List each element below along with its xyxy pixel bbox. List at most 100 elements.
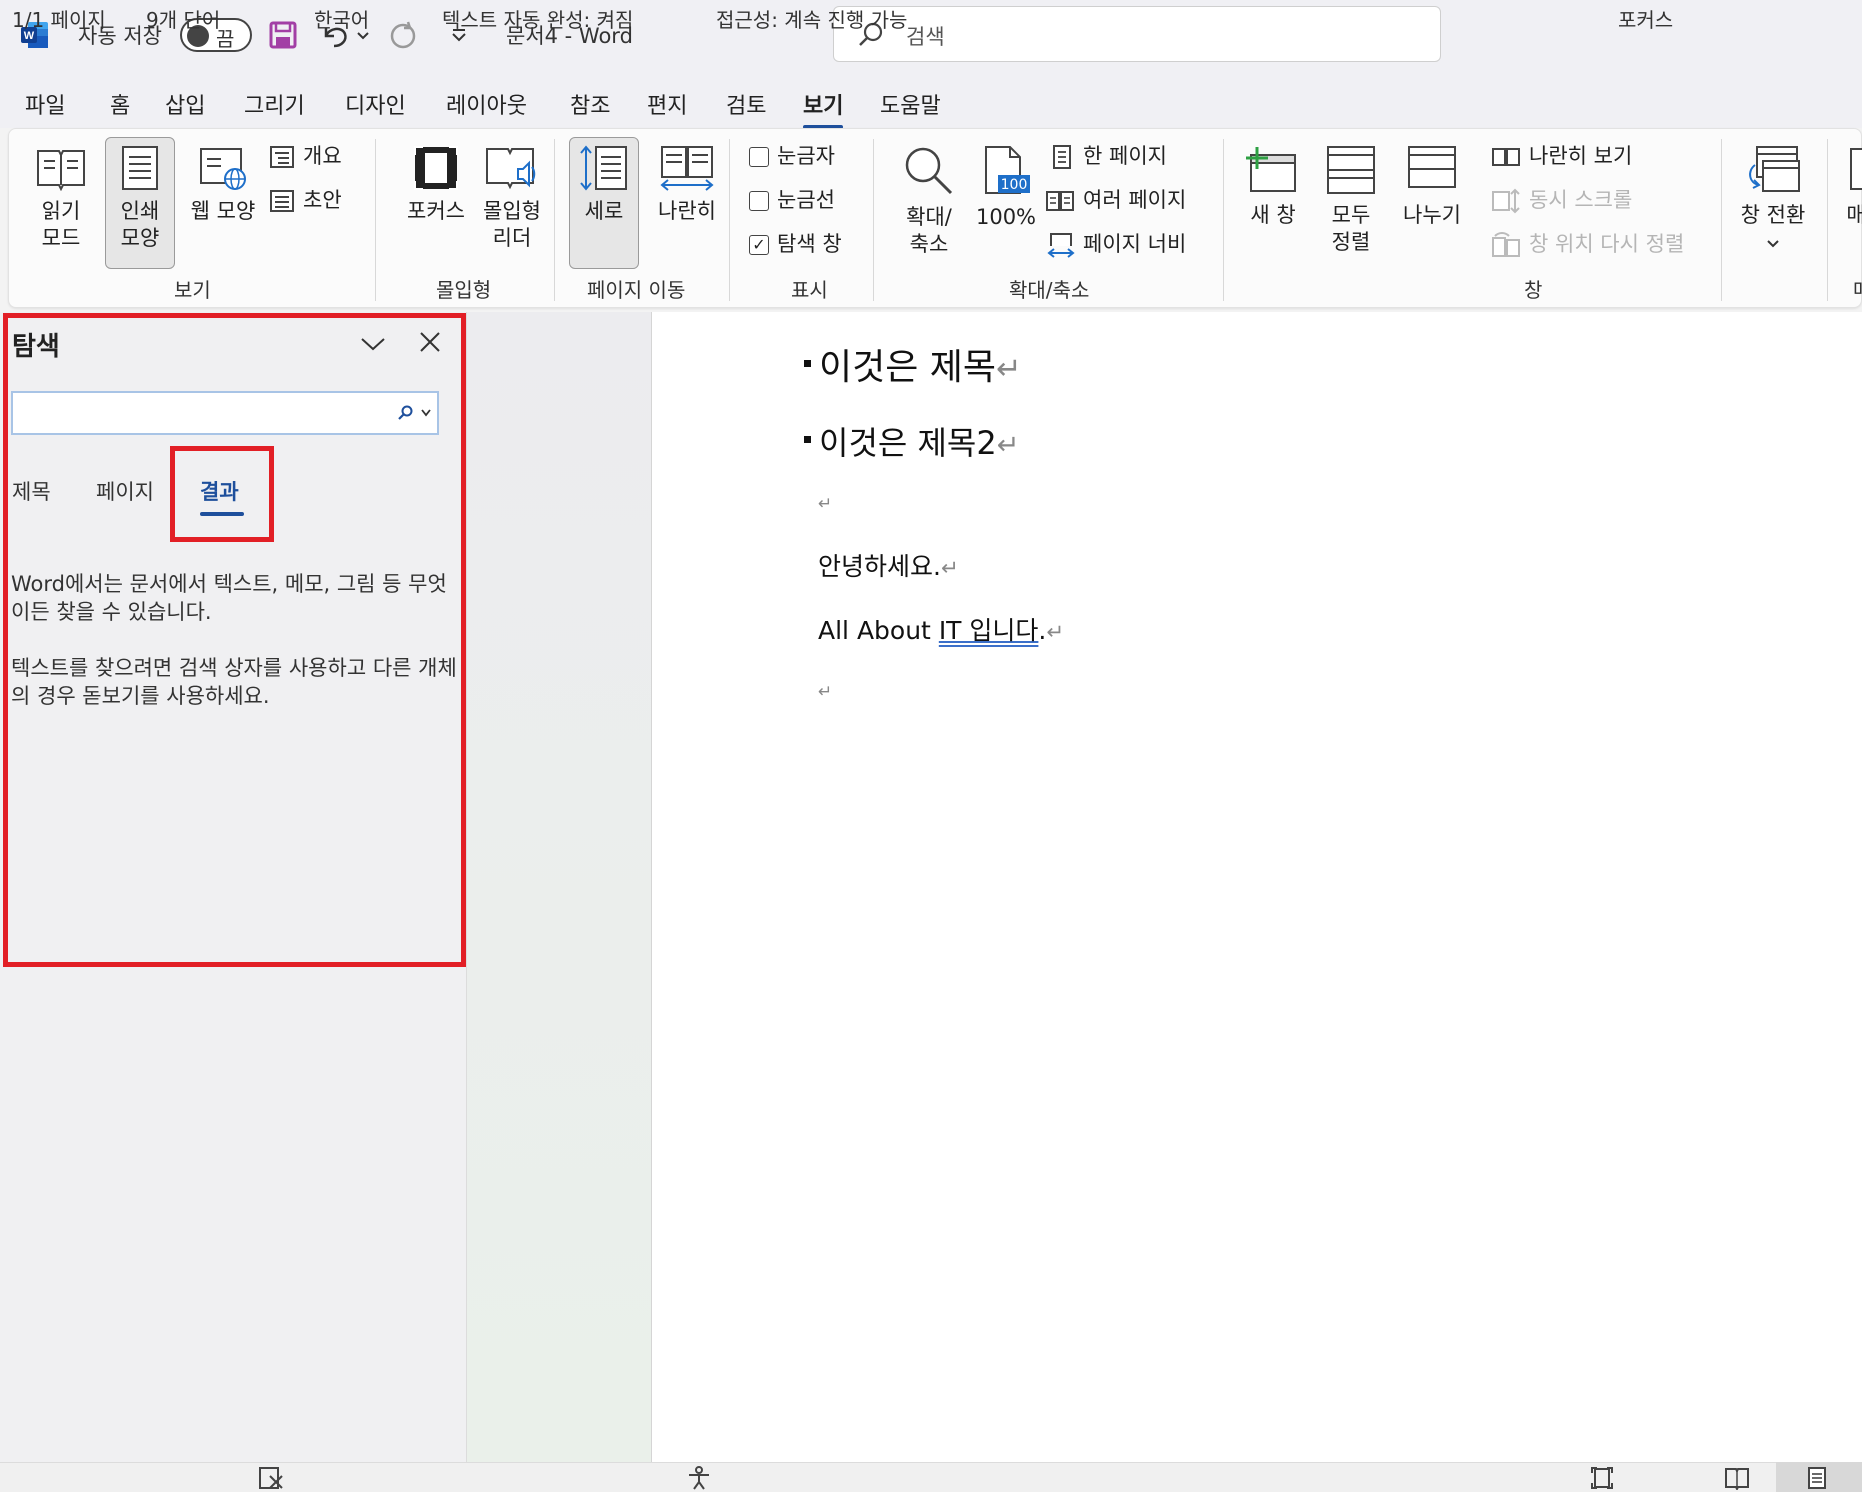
read-mode-label-1: 읽기 [41,199,81,223]
document-margin-area [466,312,652,1462]
split-button[interactable]: 나누기 [1393,145,1471,229]
side-to-side-label: 나란히 [658,199,716,223]
focus-button[interactable]: 포커스 [393,145,479,225]
page-width-button[interactable]: 페이지 너비 [1047,231,1186,258]
one-page-button[interactable]: 한 페이지 [1049,143,1167,170]
sync-scroll-icon [1492,188,1520,213]
page-100-icon-text: 100 [1001,177,1028,193]
gridlines-checkbox[interactable]: 눈금선 [749,187,835,214]
draft-icon [270,189,294,212]
split-icon [1408,146,1456,188]
sync-scroll-button[interactable]: 동시 스크롤 [1491,187,1632,214]
group-separator [1721,139,1722,301]
zoom-label-1: 확대/ [906,205,952,229]
zoom-button[interactable]: 확대/ 축소 [889,145,969,258]
multiple-pages-button[interactable]: 여러 페이지 [1045,187,1186,214]
print-layout-button[interactable]: 인쇄 모양 [109,145,171,252]
redo-icon[interactable] [386,18,420,52]
draft-button[interactable]: 초안 [269,187,342,214]
status-accessibility[interactable]: 접근성: 계속 진행 가능 [716,4,907,33]
zoom-100-button[interactable]: 100 100% [971,145,1041,231]
group-show-label: 표시 [791,278,828,302]
one-page-label: 한 페이지 [1083,144,1167,168]
group-separator [1827,139,1828,301]
side-by-side-icon [1492,147,1520,166]
paragraph-mark: ↵ [1046,620,1065,645]
status-text-predictions[interactable]: 텍스트 자동 완성: 켜짐 [442,4,633,33]
new-window-button[interactable]: 새 창 [1241,145,1305,229]
tab-insert[interactable]: 삽입 [165,88,205,120]
tab-help[interactable]: 도움말 [880,88,941,120]
paragraph-mark: ↵ [818,682,833,702]
macros-icon [1850,148,1862,190]
heading-2-text: 이것은 제목2 [819,424,997,462]
all-about-prefix: All About [818,616,939,645]
vertical-icon [580,145,627,191]
status-word-count[interactable]: 9개 단어 [146,4,220,33]
save-icon[interactable] [266,18,300,52]
page-100-icon: 100 [985,146,1030,194]
reset-window-position-label: 창 위치 다시 정렬 [1529,232,1685,256]
read-mode-label-2: 모드 [41,226,81,250]
immersive-reader-button[interactable]: 몰입형 리더 [473,145,551,252]
status-focus[interactable]: 포커스 [1618,4,1673,33]
reset-window-position-icon [1492,231,1520,257]
accessibility-icon[interactable] [686,1466,712,1490]
title-bar: W 자동 저장 끔 문서4 - Word 검색 [0,0,1862,74]
print-layout-view-icon[interactable] [1806,1466,1828,1490]
tab-review[interactable]: 검토 [726,88,766,120]
page-width-label: 페이지 너비 [1083,232,1187,256]
reset-window-position-button[interactable]: 창 위치 다시 정렬 [1491,231,1684,258]
switch-windows-icon [1749,146,1800,192]
tab-design[interactable]: 디자인 [345,88,406,120]
ribbon: 읽기 모드 인쇄 모양 웹 모양 개요 초안 보기 포커스 몰입형 리더 몰입형… [8,128,1862,308]
arrange-all-button[interactable]: 모두 정렬 [1321,145,1381,256]
read-mode-button[interactable]: 읽기 모드 [31,145,91,252]
search-box[interactable]: 검색 [833,6,1441,62]
group-window-label: 창 [1524,278,1543,302]
focus-label: 포커스 [407,199,465,223]
web-layout-button[interactable]: 웹 모양 [183,145,263,225]
status-language[interactable]: 한국어 [314,4,369,33]
focus-mode-icon[interactable] [1590,1466,1614,1490]
switch-windows-button[interactable]: 창 전환 [1733,145,1813,256]
paragraph-greeting[interactable]: 안녕하세요.↵ [818,547,959,583]
tab-references[interactable]: 참조 [570,88,610,120]
tab-layout[interactable]: 레이아웃 [446,88,527,120]
heading-1[interactable]: 이것은 제목↵ [804,338,1022,390]
paragraph-all-about-it[interactable]: All About IT 입니다.↵ [818,611,1064,647]
zoom-100-label: 100% [975,205,1037,229]
tab-home[interactable]: 홈 [110,88,130,120]
paragraph-mark: ↵ [940,556,959,581]
empty-paragraph[interactable]: ↵ [818,678,832,702]
side-by-side-button[interactable]: 나란히 보기 [1491,143,1632,170]
switch-windows-label: 창 전환 [1740,203,1806,227]
tab-file[interactable]: 파일 [25,88,65,120]
heading-2[interactable]: 이것은 제목2↵ [804,418,1020,464]
chevron-down-icon [1767,240,1779,248]
outline-icon [270,145,294,168]
nav-pane-checkbox-box: ✓ [749,234,769,255]
group-views-label: 보기 [174,278,211,302]
side-by-side-label: 나란히 보기 [1529,144,1633,168]
status-page-count[interactable]: 1/1 페이지 [12,4,106,33]
side-to-side-button[interactable]: 나란히 [645,145,729,225]
arrange-all-label-1: 모두 [1331,203,1371,227]
macros-label: 매 [1846,203,1862,227]
ruler-checkbox[interactable]: 눈금자 [749,143,835,170]
document-page[interactable] [652,312,1862,1462]
tab-mailings[interactable]: 편지 [647,88,687,120]
macros-button[interactable]: 매 [1841,145,1862,229]
tab-view[interactable]: 보기 [803,88,844,129]
new-window-icon [1246,147,1296,192]
outline-button[interactable]: 개요 [269,143,342,170]
paragraph-mark: ↵ [818,494,833,514]
empty-paragraph[interactable]: ↵ [818,490,832,514]
new-window-label: 새 창 [1250,203,1296,227]
proofing-icon[interactable] [258,1466,284,1490]
read-mode-view-icon[interactable] [1724,1466,1750,1490]
nav-pane-checkbox[interactable]: ✓ 탐색 창 [749,231,842,258]
tab-draw[interactable]: 그리기 [244,88,305,120]
vertical-button[interactable]: 세로 [573,145,635,225]
outline-label: 개요 [303,144,342,168]
